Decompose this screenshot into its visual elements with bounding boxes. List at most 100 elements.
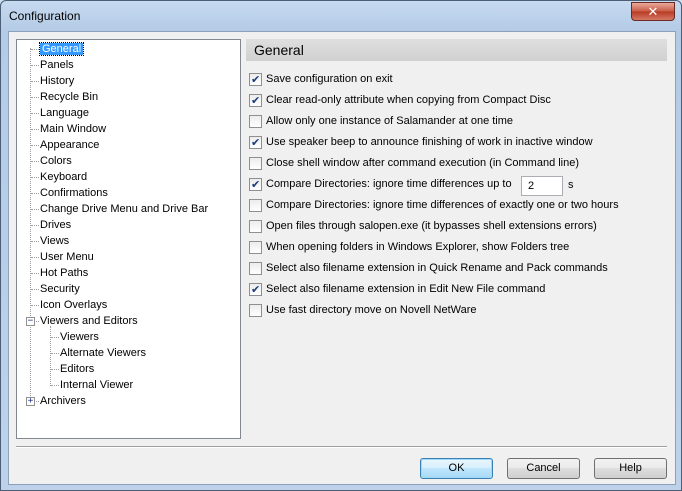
tree-item-icon-overlays[interactable]: Icon Overlays bbox=[40, 298, 107, 312]
tree-item-label: Alternate Viewers bbox=[60, 347, 147, 359]
tree-connector bbox=[31, 49, 39, 50]
option-label: Close shell window after command executi… bbox=[266, 157, 580, 169]
option-label: Open files through salopen.exe (it bypas… bbox=[266, 220, 597, 232]
tree-item-alternate-viewers[interactable]: Alternate Viewers bbox=[60, 346, 146, 360]
tree-item-label: Drives bbox=[40, 219, 72, 231]
tree-connector bbox=[31, 209, 39, 210]
tree-item-label: Keyboard bbox=[40, 171, 88, 183]
tree-connector bbox=[31, 65, 39, 66]
option-checkbox[interactable] bbox=[249, 72, 262, 88]
tree-item-internal-viewer[interactable]: Internal Viewer bbox=[60, 378, 133, 392]
tree-item-label: Colors bbox=[40, 155, 72, 167]
tree-item-hot-paths[interactable]: Hot Paths bbox=[40, 266, 88, 280]
tree-item-label: Security bbox=[40, 283, 80, 295]
option-label: Select also filename extension in Edit N… bbox=[266, 283, 546, 295]
option-checkbox[interactable] bbox=[249, 115, 262, 128]
settings-tree[interactable]: General Panels History Recycle Bin Language M… bbox=[16, 39, 241, 439]
option-label: Allow only one instance of Salamander at… bbox=[266, 115, 514, 127]
collapse-icon[interactable]: − bbox=[26, 317, 35, 326]
option-checkbox[interactable] bbox=[249, 199, 262, 212]
tree-connector bbox=[50, 326, 51, 386]
tree-item-label: Hot Paths bbox=[40, 267, 89, 279]
cancel-button[interactable]: Cancel bbox=[507, 458, 580, 479]
tree-item-colors[interactable]: Colors bbox=[40, 154, 72, 168]
option-checkbox[interactable] bbox=[249, 157, 262, 170]
option-checkbox[interactable] bbox=[249, 282, 262, 298]
option-label: Save configuration on exit bbox=[266, 73, 393, 85]
tree-connector bbox=[31, 225, 39, 226]
tree-item-appearance[interactable]: Appearance bbox=[40, 138, 99, 152]
time-difference-input[interactable]: 2 bbox=[521, 176, 563, 196]
tree-item-drives[interactable]: Drives bbox=[40, 218, 71, 232]
expand-icon[interactable]: + bbox=[26, 397, 35, 406]
tree-item-confirmations[interactable]: Confirmations bbox=[40, 186, 108, 200]
tree-item-label: Views bbox=[40, 235, 70, 247]
option-label: Use speaker beep to announce finishing o… bbox=[266, 136, 593, 148]
option-checkbox[interactable] bbox=[249, 135, 262, 151]
option-checkbox[interactable] bbox=[249, 177, 262, 193]
option-label: Clear read-only attribute when copying f… bbox=[266, 94, 551, 106]
section-header: General bbox=[246, 39, 667, 61]
option-label: Compare Directories: ignore time differe… bbox=[266, 199, 619, 211]
option-label: When opening folders in Windows Explorer… bbox=[266, 241, 570, 253]
tree-item-label: Confirmations bbox=[40, 187, 108, 199]
close-icon: ✕ bbox=[647, 4, 659, 19]
time-unit-label: s bbox=[568, 179, 574, 191]
option-checkbox[interactable] bbox=[249, 304, 262, 317]
close-button[interactable]: ✕ bbox=[631, 2, 675, 21]
tree-connector bbox=[31, 129, 39, 130]
footer-separator bbox=[16, 446, 667, 448]
window-title: Configuration bbox=[9, 9, 81, 23]
tree-item-label: Main Window bbox=[40, 123, 107, 135]
tree-connector bbox=[31, 145, 39, 146]
help-button[interactable]: Help bbox=[594, 458, 667, 479]
option-label: Select also filename extension in Quick … bbox=[266, 262, 608, 274]
tree-item-editors[interactable]: Editors bbox=[60, 362, 94, 376]
tree-connector bbox=[31, 97, 39, 98]
tree-connector bbox=[31, 177, 39, 178]
tree-connector bbox=[31, 161, 39, 162]
tree-item-language[interactable]: Language bbox=[40, 106, 89, 120]
tree-item-label: Editors bbox=[60, 363, 95, 375]
tree-connector bbox=[51, 369, 59, 370]
tree-item-label: Archivers bbox=[40, 395, 86, 407]
tree-item-label: Language bbox=[40, 107, 89, 119]
tree-connector bbox=[30, 48, 31, 400]
option-checkbox[interactable] bbox=[249, 93, 262, 109]
tree-item-label: Appearance bbox=[40, 139, 100, 151]
tree-item-viewers-and-editors[interactable]: Viewers and Editors bbox=[40, 314, 138, 328]
tree-item-archivers[interactable]: Archivers bbox=[40, 394, 86, 408]
tree-connector bbox=[31, 305, 39, 306]
tree-item-label: Icon Overlays bbox=[40, 299, 108, 311]
tree-item-label: Internal Viewer bbox=[60, 379, 134, 391]
tree-item-keyboard[interactable]: Keyboard bbox=[40, 170, 87, 184]
option-checkbox[interactable] bbox=[249, 262, 262, 275]
option-checkbox[interactable] bbox=[249, 241, 262, 254]
tree-item-views[interactable]: Views bbox=[40, 234, 69, 248]
tree-item-label: Panels bbox=[40, 59, 74, 71]
tree-connector bbox=[31, 257, 39, 258]
ok-button[interactable]: OK bbox=[420, 458, 493, 479]
tree-item-label: Recycle Bin bbox=[40, 91, 99, 103]
tree-item-security[interactable]: Security bbox=[40, 282, 80, 296]
tree-item-viewers[interactable]: Viewers bbox=[60, 330, 99, 344]
tree-connector bbox=[31, 81, 39, 82]
tree-connector bbox=[31, 113, 39, 114]
tree-item-user-menu[interactable]: User Menu bbox=[40, 250, 94, 264]
title-bar[interactable]: Configuration ✕ bbox=[1, 1, 681, 31]
tree-item-main-window[interactable]: Main Window bbox=[40, 122, 106, 136]
tree-item-general[interactable]: General bbox=[38, 42, 85, 56]
tree-item-label: Change Drive Menu and Drive Bar bbox=[40, 203, 209, 215]
tree-connector bbox=[51, 337, 59, 338]
tree-item-recycle-bin[interactable]: Recycle Bin bbox=[40, 90, 98, 104]
option-checkbox[interactable] bbox=[249, 220, 262, 233]
tree-item-label: General bbox=[38, 42, 85, 56]
tree-item-label: Viewers bbox=[60, 331, 99, 343]
tree-connector bbox=[51, 353, 59, 354]
tree-item-panels[interactable]: Panels bbox=[40, 58, 74, 72]
tree-connector bbox=[31, 273, 39, 274]
tree-item-label: Viewers and Editors bbox=[40, 315, 138, 327]
tree-connector bbox=[31, 241, 39, 242]
tree-item-change-drive-menu-and-drive-bar[interactable]: Change Drive Menu and Drive Bar bbox=[40, 202, 208, 216]
tree-item-history[interactable]: History bbox=[40, 74, 74, 88]
